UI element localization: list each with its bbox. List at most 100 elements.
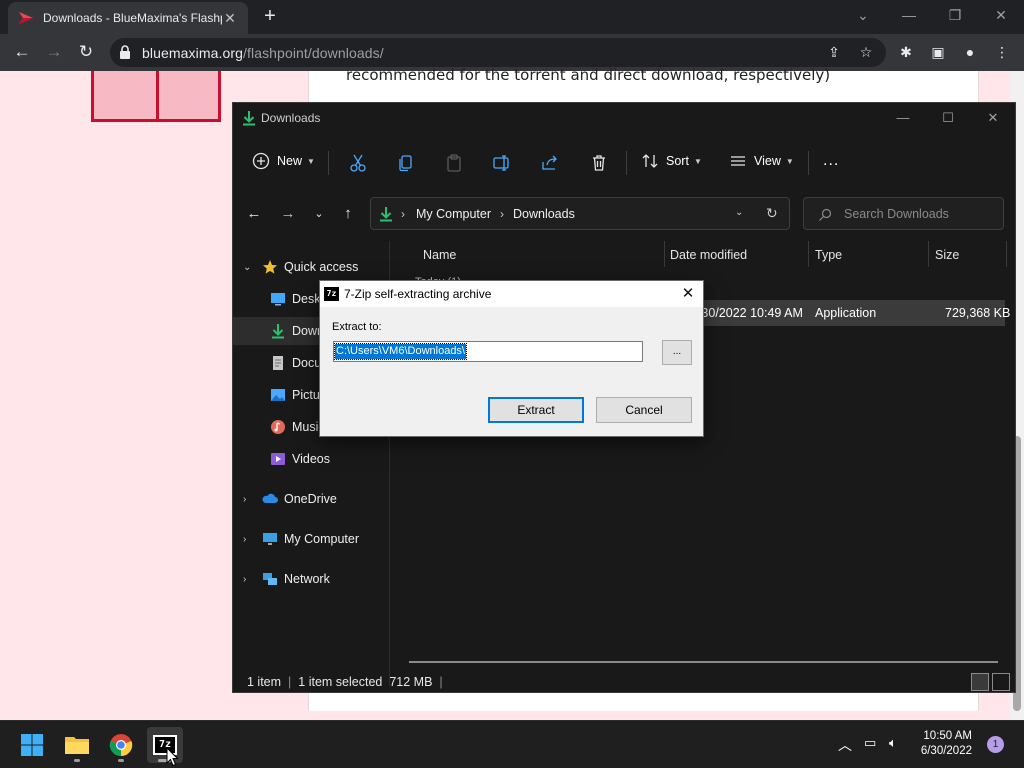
new-plus-icon [252, 152, 270, 170]
file-date-cell: 6/30/2022 10:49 AM [691, 306, 803, 320]
paste-icon[interactable] [444, 153, 464, 173]
dialog-title: 7-Zip self-extracting archive [344, 287, 492, 301]
expand-chevron-icon[interactable]: › [243, 534, 253, 545]
folder-icon [65, 737, 89, 754]
copy-icon[interactable] [396, 153, 416, 173]
cancel-button[interactable]: Cancel [596, 397, 692, 423]
column-header-name[interactable]: Name [423, 241, 456, 269]
search-icon [819, 208, 832, 221]
view-button[interactable]: View ▼ [728, 147, 794, 175]
new-button[interactable]: New ▼ [251, 147, 315, 175]
network-tray-icon[interactable]: ▭ [864, 735, 876, 751]
sfx-extract-dialog: 7z 7-Zip self-extracting archive ✕ Extra… [319, 280, 704, 437]
forward-icon[interactable]: → [42, 40, 66, 64]
profile-avatar-icon[interactable]: ● [961, 43, 979, 61]
expand-chevron-icon[interactable]: › [243, 494, 253, 505]
extract-button[interactable]: Extract [488, 397, 584, 423]
breadcrumb-downloads[interactable]: Downloads [513, 207, 575, 221]
expand-chevron-icon[interactable]: › [243, 574, 253, 585]
side-panel-icon[interactable]: ▣ [929, 43, 947, 61]
file-explorer-taskbar-button[interactable] [59, 727, 95, 763]
breadcrumb-my-computer[interactable]: My Computer [416, 207, 491, 221]
more-options-button[interactable]: ... [823, 147, 839, 175]
address-dropdown-icon[interactable]: ⌄ [735, 207, 743, 218]
dialog-title-bar[interactable]: 7z 7-Zip self-extracting archive ✕ [320, 281, 703, 307]
tiles-view-icon[interactable] [992, 673, 1010, 691]
mouse-cursor-icon [166, 747, 178, 767]
rename-icon[interactable] [492, 153, 512, 173]
address-bar[interactable]: bluemaxima.org/flashpoint/downloads/ [110, 38, 886, 67]
sidebar-item-videos[interactable]: Videos [233, 445, 389, 473]
horizontal-scrollbar[interactable] [409, 661, 998, 663]
flashpoint-favicon-icon [19, 12, 33, 24]
explorer-minimize-button[interactable]: — [883, 107, 923, 129]
windows-start-icon [21, 734, 43, 756]
browser-tab[interactable]: Downloads - BlueMaxima's Flashpoint ✕ [8, 2, 248, 34]
cut-icon[interactable] [348, 153, 368, 173]
refresh-icon[interactable]: ↻ [766, 205, 778, 222]
up-folder-icon[interactable]: ↑ [337, 203, 359, 225]
explorer-address-bar[interactable]: › My Computer › Downloads ⌄ ↻ [370, 197, 790, 230]
browser-close-button[interactable]: ✕ [986, 4, 1016, 26]
clock-time: 10:50 AM [923, 730, 972, 742]
column-header-date[interactable]: Date modified [670, 241, 747, 269]
column-header-size[interactable]: Size [935, 241, 959, 269]
column-header-type[interactable]: Type [815, 241, 842, 269]
chrome-taskbar-button[interactable] [103, 727, 139, 763]
delete-icon[interactable] [589, 153, 609, 173]
sidebar-item-network[interactable]: › Network [233, 565, 389, 593]
browser-minimize-button[interactable]: — [894, 4, 924, 26]
bookmark-star-icon[interactable]: ☆ [857, 43, 875, 61]
explorer-forward-icon[interactable]: → [277, 203, 299, 225]
sidebar-item-quick-access[interactable]: ⌄ Quick access [233, 253, 389, 281]
browse-button[interactable]: ... [662, 340, 692, 365]
file-size-cell: 729,368 KB [945, 306, 1011, 320]
downloads-folder-icon [243, 111, 255, 126]
tab-search-icon[interactable]: ⌄ [848, 4, 878, 26]
sort-icon [642, 154, 658, 168]
share-file-icon[interactable] [540, 153, 560, 173]
sevenzip-app-icon: 7z [324, 287, 339, 301]
videos-icon [271, 453, 285, 465]
reload-icon[interactable]: ↻ [74, 40, 98, 64]
dialog-close-icon[interactable]: ✕ [673, 281, 703, 307]
back-icon[interactable]: ← [10, 40, 34, 64]
extensions-icon[interactable]: ✱ [897, 43, 915, 61]
tab-close-icon[interactable]: ✕ [222, 10, 238, 27]
view-list-icon [731, 156, 745, 166]
sort-button[interactable]: Sort ▼ [640, 147, 702, 175]
explorer-back-icon[interactable]: ← [243, 203, 265, 225]
collapse-chevron-icon[interactable]: ⌄ [243, 262, 253, 273]
menu-kebab-icon[interactable]: ⋮ [993, 43, 1011, 61]
search-downloads-input[interactable]: Search Downloads [803, 197, 1004, 230]
start-button[interactable] [14, 727, 50, 763]
volume-icon[interactable]: 🔈︎ [889, 735, 897, 751]
pictures-icon [271, 389, 285, 401]
browser-restore-button[interactable]: ❐ [940, 4, 970, 26]
recent-locations-icon[interactable]: ⌄ [308, 203, 330, 225]
star-icon [263, 260, 277, 274]
status-item-count: 1 item [247, 675, 282, 689]
notification-badge[interactable]: 1 [987, 736, 1004, 753]
share-icon[interactable]: ⇪ [825, 43, 843, 61]
details-view-icon[interactable] [971, 673, 989, 691]
extract-path-field[interactable]: C:\Users\VM6\Downloads\ [333, 341, 643, 362]
sidebar-item-onedrive[interactable]: › OneDrive [233, 485, 389, 513]
new-tab-button[interactable]: + [260, 6, 280, 26]
extract-to-label: Extract to: [332, 321, 382, 333]
network-icon [263, 573, 277, 585]
status-selected: 1 item selected [298, 675, 383, 689]
status-size: 712 MB [389, 675, 433, 689]
show-hidden-icons-icon[interactable]: ︿ [838, 735, 852, 755]
address-downloads-icon [380, 207, 392, 222]
sidebar-item-my-computer[interactable]: › My Computer [233, 525, 389, 553]
explorer-title-bar[interactable]: Downloads — ☐ ✕ [233, 103, 1015, 133]
breadcrumb-separator-icon: › [500, 207, 504, 221]
status-bar: 1 item | 1 item selected 712 MB | [247, 675, 443, 689]
explorer-close-button[interactable]: ✕ [973, 107, 1013, 129]
chrome-icon [109, 734, 133, 757]
system-clock[interactable]: 10:50 AM 6/30/2022 [912, 729, 972, 759]
documents-icon [273, 356, 283, 370]
music-icon [271, 420, 285, 434]
explorer-maximize-button[interactable]: ☐ [928, 107, 968, 129]
